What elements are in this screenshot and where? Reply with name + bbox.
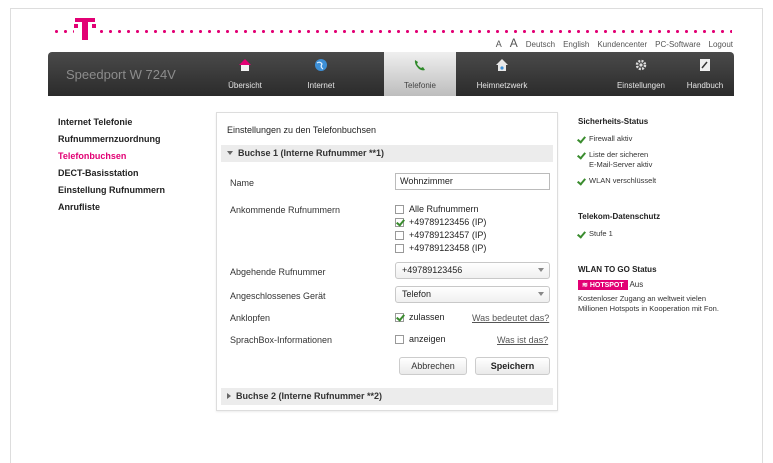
logout-link[interactable]: Logout <box>709 40 733 49</box>
lang-en-link[interactable]: English <box>563 40 589 49</box>
privacy-title: Telekom-Datenschutz <box>578 212 661 221</box>
checkbox-box[interactable] <box>395 230 404 240</box>
home-network-icon <box>496 59 508 71</box>
checkbox-box[interactable] <box>395 334 404 344</box>
checkbox-box[interactable] <box>395 243 404 253</box>
device-brand: Speedport W 724V <box>66 67 176 82</box>
section-jack-2-label: Buchse 2 (Interne Rufnummer **2) <box>236 391 383 401</box>
panel-title: Einstellungen zu den Telefonbuchsen <box>227 125 376 135</box>
sidebar-item-phone-jacks[interactable]: Telefonbuchsen <box>58 151 165 168</box>
outgoing-label: Abgehende Rufnummer <box>230 267 326 277</box>
voicebox-label: SprachBox-Informationen <box>230 335 333 345</box>
home-icon <box>239 59 251 71</box>
telekom-logo[interactable] <box>74 16 96 42</box>
security-item-mail-server: E-Mail-Server aktiv <box>589 160 653 169</box>
top-links: A A Deutsch English Kundencenter PC-Soft… <box>496 36 733 50</box>
nav-telephony[interactable]: Telefonie <box>384 52 456 96</box>
chevron-down-icon <box>538 292 544 296</box>
incoming-all-checkbox[interactable]: Alle Rufnummern <box>395 204 479 214</box>
sidebar-item-internet-telephony[interactable]: Internet Telefonie <box>58 117 165 134</box>
dotted-line <box>52 30 732 33</box>
checkbox-label: +49789123456 (IP) <box>409 217 487 227</box>
voicebox-help-link[interactable]: Was ist das? <box>497 335 548 345</box>
wlan-to-go-title: WLAN TO GO Status <box>578 265 657 274</box>
globe-icon <box>315 59 327 71</box>
callwaiting-label: Anklopfen <box>230 313 271 323</box>
wlan-desc-2: Millionen Hotspots in Kooperation mit Fo… <box>578 304 719 313</box>
nav-internet[interactable]: Internet <box>286 52 356 96</box>
nav-label: Übersicht <box>228 81 262 90</box>
settings-panel: Einstellungen zu den Telefonbuchsen Buch… <box>216 112 558 411</box>
chevron-right-icon <box>227 393 231 399</box>
checkbox-label: +49789123457 (IP) <box>409 230 487 240</box>
checkbox-label: zulassen <box>409 312 445 322</box>
font-small-link[interactable]: A <box>496 39 502 49</box>
hotspot-badge-label: HOTSPOT <box>589 282 624 289</box>
voicebox-checkbox[interactable]: anzeigen <box>395 334 446 344</box>
security-item-firewall: Firewall aktiv <box>578 134 748 144</box>
main-navbar: Speedport W 724V Übersicht Internet Tele… <box>48 52 734 96</box>
section-jack-1-label: Buchse 1 (Interne Rufnummer **1) <box>238 148 385 158</box>
phone-icon <box>414 60 425 71</box>
privacy-level: Stufe 1 <box>578 229 748 239</box>
outgoing-select[interactable]: +49789123456 <box>395 262 550 279</box>
checkbox-label: +49789123458 (IP) <box>409 243 487 253</box>
nav-overview[interactable]: Übersicht <box>210 52 280 96</box>
right-sidebar: Sicherheits-Status Firewall aktiv Liste … <box>578 117 748 314</box>
checkbox-box[interactable] <box>395 217 404 227</box>
lang-de-link[interactable]: Deutsch <box>526 40 555 49</box>
nav-settings[interactable]: Einstellungen <box>608 52 674 96</box>
section-jack-2[interactable]: Buchse 2 (Interne Rufnummer **2) <box>221 388 553 405</box>
checkbox-label: anzeigen <box>409 334 446 344</box>
sidebar-item-dect-base[interactable]: DECT-Basisstation <box>58 168 165 185</box>
checkbox-label: Alle Rufnummern <box>409 204 479 214</box>
font-large-link[interactable]: A <box>510 36 518 50</box>
checkbox-box[interactable] <box>395 312 404 322</box>
nav-manual[interactable]: Handbuch <box>678 52 732 96</box>
nav-label: Internet <box>307 81 335 90</box>
manual-icon <box>700 59 710 71</box>
hotspot-status: ≋ HOTSPOT Aus <box>578 280 748 290</box>
save-button[interactable]: Speichern <box>475 357 550 375</box>
chevron-down-icon <box>227 151 233 155</box>
sidebar-item-number-settings[interactable]: Einstellung Rufnummern <box>58 185 165 202</box>
incoming-number-2-checkbox[interactable]: +49789123457 (IP) <box>395 230 486 240</box>
nav-label: Einstellungen <box>616 81 666 90</box>
name-input[interactable]: Wohnzimmer <box>395 173 550 190</box>
gear-icon <box>635 59 647 71</box>
checkbox-box[interactable] <box>395 204 404 214</box>
left-sidebar: Internet Telefonie Rufnummernzuordnung T… <box>58 117 165 219</box>
device-label: Angeschlossenes Gerät <box>230 291 326 301</box>
chevron-down-icon <box>538 268 544 272</box>
security-status-title: Sicherheits-Status <box>578 117 649 126</box>
sidebar-item-call-list[interactable]: Anrufliste <box>58 202 165 219</box>
security-item-mail-list: Liste der sicheren <box>578 150 748 160</box>
nav-label: Telefonie <box>403 81 437 90</box>
pc-software-link[interactable]: PC-Software <box>655 40 700 49</box>
security-item-wlan: WLAN verschlüsselt <box>578 176 748 186</box>
device-value: Telefon <box>402 289 432 299</box>
callwaiting-help-link[interactable]: Was bedeutet das? <box>472 313 549 323</box>
name-label: Name <box>230 178 255 188</box>
incoming-number-1-checkbox[interactable]: +49789123456 (IP) <box>395 217 486 227</box>
incoming-number-3-checkbox[interactable]: +49789123458 (IP) <box>395 243 486 253</box>
device-select[interactable]: Telefon <box>395 286 550 303</box>
hotspot-badge[interactable]: ≋ HOTSPOT <box>578 280 628 290</box>
nav-home-network[interactable]: Heimnetzwerk <box>463 52 541 96</box>
sidebar-item-number-assignment[interactable]: Rufnummernzuordnung <box>58 134 165 151</box>
wifi-icon: ≋ <box>582 282 590 289</box>
callwaiting-checkbox[interactable]: zulassen <box>395 312 445 322</box>
section-jack-1[interactable]: Buchse 1 (Interne Rufnummer **1) <box>221 145 553 162</box>
nav-label: Handbuch <box>686 81 724 90</box>
outgoing-value: +49789123456 <box>402 265 463 275</box>
wlan-desc-1: Kostenloser Zugang an weltweit vielen <box>578 294 706 303</box>
nav-label: Heimnetzwerk <box>476 81 528 90</box>
hotspot-state: Aus <box>629 280 644 289</box>
customer-center-link[interactable]: Kundencenter <box>597 40 647 49</box>
incoming-label: Ankommende Rufnummern <box>230 205 341 215</box>
cancel-button[interactable]: Abbrechen <box>399 357 467 375</box>
